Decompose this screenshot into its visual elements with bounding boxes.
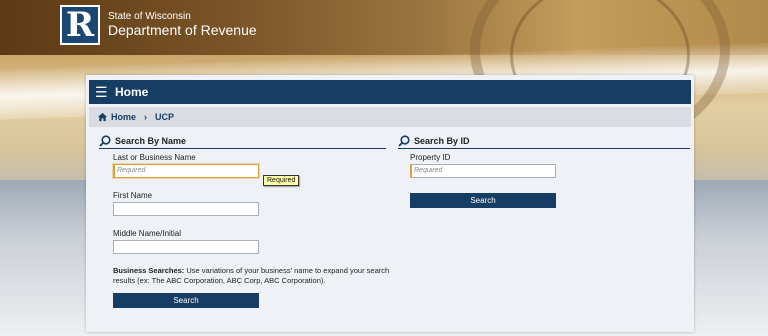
middle-name-label: Middle Name/Initial [113, 229, 182, 238]
page-title: Home [115, 85, 149, 99]
home-icon [97, 112, 108, 122]
first-name-input[interactable] [113, 202, 259, 216]
search-icon [398, 134, 410, 147]
department-name: Department of Revenue [108, 22, 257, 38]
search-icon [99, 134, 111, 147]
search-by-name-heading: Search By Name [99, 133, 386, 149]
breadcrumb: Home › UCP [89, 107, 691, 127]
search-by-id-heading: Search By ID [398, 133, 690, 149]
breadcrumb-home[interactable]: Home [111, 112, 136, 122]
breadcrumb-current: UCP [155, 112, 175, 122]
hamburger-menu-icon[interactable]: ☰ [95, 85, 113, 99]
search-by-id-button[interactable]: Search [410, 193, 556, 208]
required-tooltip: Required [263, 175, 300, 186]
property-id-label: Property ID [410, 153, 451, 162]
first-name-label: First Name [113, 191, 153, 200]
search-by-name-title: Search By Name [115, 135, 187, 146]
property-id-input[interactable]: Required [410, 164, 556, 178]
search-by-id-title: Search By ID [414, 135, 470, 146]
main-panel: ☰ Home Home › UCP Search By Name Last or… [86, 75, 694, 332]
site-header: R State of Wisconsin Department of Reven… [60, 4, 257, 46]
last-name-label: Last or Business Name [113, 153, 196, 162]
search-by-name-button[interactable]: Search [113, 293, 259, 308]
middle-name-input[interactable] [113, 240, 259, 254]
business-search-note: Business Searches: Use variations of you… [113, 266, 413, 286]
state-name: State of Wisconsin [108, 11, 191, 22]
breadcrumb-separator: › [144, 112, 148, 122]
dor-logo[interactable]: R [60, 5, 100, 45]
note-bold: Business Searches: [113, 266, 185, 275]
last-name-input[interactable]: Required [113, 164, 259, 178]
panel-titlebar: ☰ Home [89, 80, 691, 104]
